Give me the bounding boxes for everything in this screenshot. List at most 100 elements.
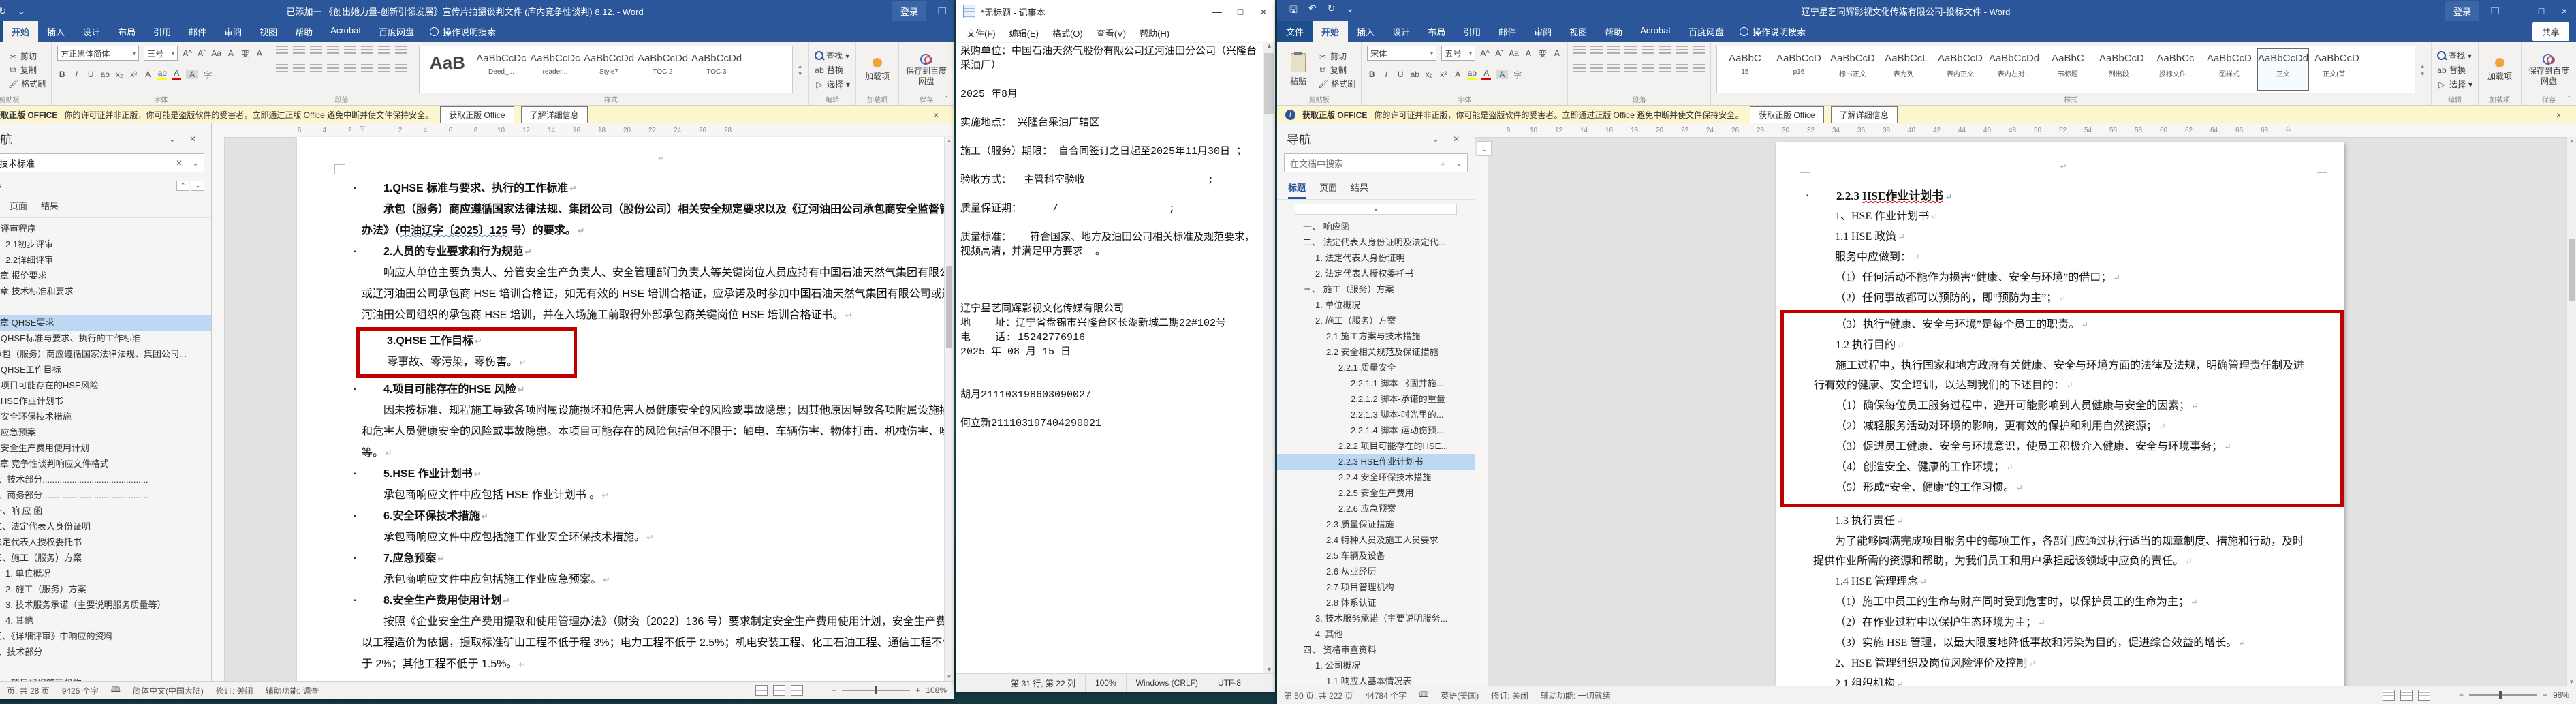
nav-item[interactable]: 2.2.3 HSE作业计划书 bbox=[1277, 454, 1475, 470]
nav-item[interactable]: 1. 单位概况 bbox=[1277, 297, 1475, 313]
nav-item[interactable]: 二、 法定代表人身份证明及法定代... bbox=[1277, 234, 1475, 250]
doc-paragraph[interactable]: 响应人单位主要负责人、分管安全生产负责人、安全管理部门负责人等关键岗位人员应持有… bbox=[362, 262, 954, 326]
nav-item[interactable]: 一、 响应函 bbox=[1277, 219, 1475, 234]
ribbon-tab[interactable]: 审阅 bbox=[215, 21, 251, 42]
maximize-button[interactable]: □ bbox=[2530, 0, 2553, 22]
align-right-icon[interactable] bbox=[309, 64, 322, 74]
nav-item[interactable]: 1、技术部分..................................… bbox=[0, 472, 211, 487]
ribbon-tab[interactable]: 视图 bbox=[251, 21, 286, 42]
doc-paragraph[interactable]: 6.安全环保技术措施 bbox=[332, 506, 954, 527]
nav-item[interactable]: 1. 单位概况 bbox=[0, 566, 211, 581]
nav-item[interactable]: 2.2.1.2 脚本-承诺的重量 bbox=[1277, 391, 1475, 407]
distributed-icon[interactable] bbox=[1641, 64, 1654, 74]
tell-me-search[interactable]: 操作说明搜索 bbox=[1733, 21, 1812, 42]
read-mode-icon[interactable] bbox=[2382, 690, 2395, 701]
ribbon-options-button[interactable]: ❐ bbox=[2483, 0, 2507, 22]
replace-button[interactable]: ab 替换 bbox=[815, 64, 850, 76]
minimize-button[interactable]: — bbox=[2507, 0, 2530, 22]
vertical-scrollbar[interactable]: ▲ ▼ bbox=[944, 137, 954, 682]
get-office-button[interactable]: 获取正版 Office bbox=[440, 106, 514, 123]
italic-icon[interactable]: I bbox=[1381, 70, 1391, 79]
doc-paragraph[interactable]: 2、HSE 管理组织及岗位风险评价及控制 bbox=[1813, 654, 2314, 674]
style-card[interactable]: AaBbCc 投标文件... bbox=[2150, 48, 2201, 91]
style-card[interactable]: AaBbCcDc reader... bbox=[529, 48, 581, 91]
align-left-icon[interactable] bbox=[275, 64, 288, 74]
doc-paragraph[interactable]: （2）减轻服务活动对环境的影响，更有效的保护和利用自然资源； bbox=[1814, 416, 2313, 437]
ribbon-tab[interactable]: 布局 bbox=[1419, 21, 1454, 42]
italic-icon[interactable]: I bbox=[72, 70, 81, 79]
copy-button[interactable]: ⧉ 复制 bbox=[1318, 64, 1355, 76]
nav-item[interactable]: 法定代表人授权委托书 bbox=[0, 534, 211, 550]
nav-item[interactable]: 第七章 竞争性谈判响应文件格式 bbox=[0, 456, 211, 472]
doc-paragraph[interactable]: （3）执行“健康、安全与环境”是每个员工的职责。 bbox=[1814, 315, 2313, 335]
styles-more-icon[interactable]: ▴ ▾ bbox=[797, 46, 803, 94]
scrollbar-thumb[interactable] bbox=[2569, 239, 2575, 301]
nav-tab[interactable]: 标题 bbox=[1288, 181, 1306, 199]
borders-icon[interactable] bbox=[394, 64, 407, 74]
ribbon-tab[interactable]: 插入 bbox=[1348, 21, 1383, 42]
ribbon-tab[interactable]: 百度网盘 bbox=[1680, 21, 1733, 42]
char-shading-icon[interactable]: A bbox=[186, 70, 199, 79]
doc-paragraph[interactable]: （1）施工中员工的生命与财产同时受到危害时，以保护员工的生命为主； bbox=[1813, 592, 2314, 613]
paste-button[interactable]: 粘贴 bbox=[1283, 46, 1314, 94]
menu-item[interactable]: 帮助(H) bbox=[1133, 24, 1176, 42]
font-size-box[interactable]: 三号 ▾ bbox=[144, 46, 178, 61]
nav-item[interactable]: 2. 施工（服务）方案 bbox=[0, 581, 211, 597]
prev-result-icon[interactable]: ⌃ bbox=[176, 181, 190, 191]
nav-item[interactable]: 第四章 技术标准和要求 bbox=[0, 284, 211, 299]
nav-item[interactable]: 第三章 报价要求 bbox=[0, 268, 211, 284]
bullets-icon[interactable] bbox=[1573, 46, 1586, 55]
doc-paragraph[interactable]: 1、HSE 作业计划书 bbox=[1813, 206, 2314, 227]
web-layout-icon[interactable] bbox=[2417, 690, 2430, 701]
highlight-color-icon[interactable]: ab bbox=[1467, 68, 1477, 80]
style-card[interactable]: AaBbCcDdI TOC 2 bbox=[637, 48, 689, 91]
nav-item[interactable]: 2.7 项目管理机构 bbox=[1277, 579, 1475, 595]
bold-icon[interactable]: B bbox=[1367, 70, 1377, 79]
asian-layout-icon[interactable] bbox=[1658, 46, 1671, 55]
doc-paragraph[interactable]: 服务中应做到： bbox=[1813, 247, 2314, 268]
text-editor[interactable]: 采购单位：中国石油天然气股份有限公司辽河油田分公司（兴隆台采油厂） 2025 年8… bbox=[956, 42, 1263, 674]
accessibility-indicator[interactable]: 辅助功能: 一切就绪 bbox=[1541, 690, 1611, 701]
nav-options-icon[interactable]: ⌄ bbox=[1426, 134, 1446, 144]
doc-paragraph[interactable]: 1.3 执行责任 bbox=[1813, 511, 2314, 532]
strikethrough-icon[interactable]: ab bbox=[100, 70, 110, 79]
style-card[interactable]: AaBbC 节标题 bbox=[2042, 48, 2094, 91]
banner-close-icon[interactable]: × bbox=[927, 110, 945, 120]
nav-item[interactable]: 2.6 从业经历 bbox=[1277, 564, 1475, 579]
ribbon-tab[interactable]: Acrobat bbox=[1631, 21, 1680, 42]
font-size-box[interactable]: 五号 ▾ bbox=[1441, 46, 1476, 61]
char-border-icon[interactable]: A bbox=[255, 48, 264, 58]
sort-icon[interactable] bbox=[1675, 46, 1688, 55]
maximize-button[interactable]: ❐ bbox=[930, 0, 954, 22]
page-indicator[interactable]: 页, 共 28 页 bbox=[7, 685, 50, 697]
char-border-icon[interactable]: A bbox=[1552, 48, 1562, 58]
proofing-icon[interactable]: 🕮 bbox=[1419, 688, 1428, 703]
style-card[interactable]: AaBbCcDdI TOC 3 bbox=[691, 48, 742, 91]
clear-formatting-icon[interactable]: A bbox=[226, 48, 236, 58]
doc-paragraph[interactable]: 1.QHSE 标准与要求、执行的工作标准 bbox=[332, 178, 954, 199]
increase-indent-icon[interactable] bbox=[1641, 46, 1654, 55]
print-layout-icon[interactable] bbox=[2400, 690, 2413, 701]
zoom-control[interactable]: − +108% bbox=[832, 686, 947, 695]
nav-close-icon[interactable]: ✕ bbox=[1446, 134, 1466, 144]
ribbon-tab[interactable]: 开始 bbox=[1313, 21, 1349, 42]
zoom-control[interactable]: − +98% bbox=[2459, 690, 2569, 700]
word-count[interactable]: 9425 个字 bbox=[62, 685, 99, 697]
nav-item[interactable]: 2.2详细评审 bbox=[0, 252, 211, 268]
ribbon-tab[interactable]: 插入 bbox=[38, 21, 74, 42]
doc-paragraph[interactable]: 承包商响应文件中应包括 HSE 作业计划书 。 bbox=[362, 485, 954, 506]
enclose-char-icon[interactable]: 字 bbox=[203, 69, 213, 80]
nav-item[interactable]: 2.5 车辆及设备 bbox=[1277, 548, 1475, 564]
qat-more-icon[interactable]: ⌄ bbox=[1346, 3, 1354, 19]
nav-item[interactable]: 3.QHSE工作目标 bbox=[0, 362, 211, 378]
underline-icon[interactable]: U bbox=[86, 70, 95, 79]
doc-paragraph[interactable]: 零事故、零污染，零伤害。 bbox=[365, 352, 569, 373]
nav-close-icon[interactable]: ✕ bbox=[183, 134, 203, 144]
phonetic-guide-icon[interactable]: 变 bbox=[240, 48, 250, 59]
undo-icon[interactable]: ↶ bbox=[1308, 3, 1317, 19]
format-painter-button[interactable]: 🖌 格式刷 bbox=[1318, 78, 1355, 89]
nav-item[interactable]: 4. 其他 bbox=[0, 613, 211, 628]
highlight-color-icon[interactable]: ab bbox=[157, 68, 168, 80]
sign-in-button[interactable]: 登录 bbox=[892, 1, 926, 21]
nav-item[interactable]: 2.8 体系认证 bbox=[1277, 595, 1475, 611]
